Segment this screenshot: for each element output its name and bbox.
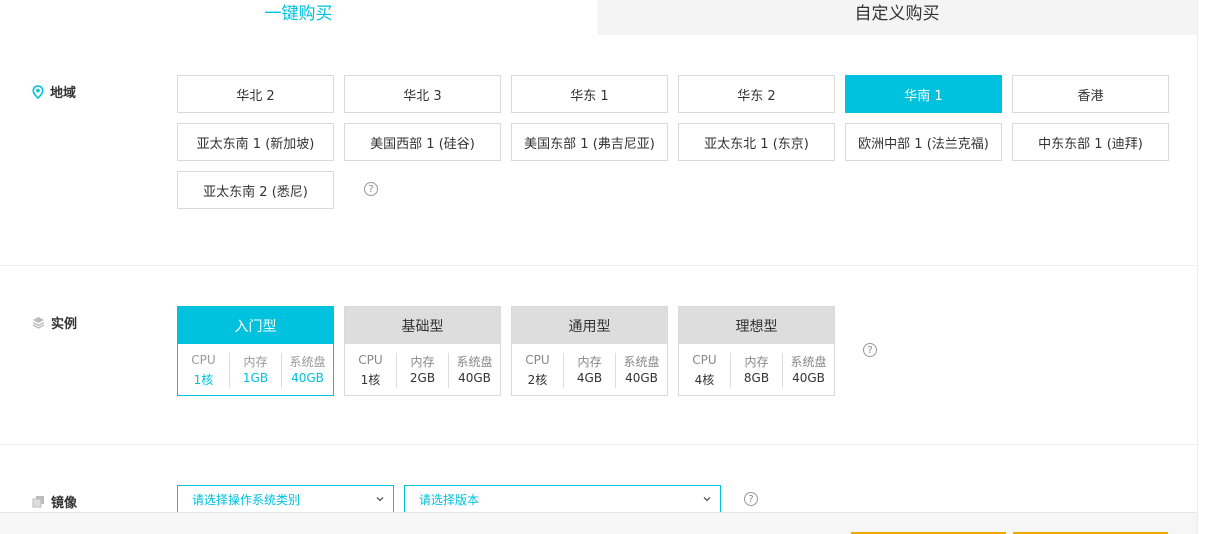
- spec-value: 1核: [360, 373, 381, 387]
- region-option[interactable]: 亚太东南 1 (新加坡): [177, 123, 334, 161]
- region-help-icon[interactable]: ?: [364, 182, 378, 196]
- region-option[interactable]: 亚太东北 1 (东京): [678, 123, 835, 161]
- spec-value: 40GB: [291, 371, 324, 385]
- spec-label: 系统盘: [790, 355, 827, 369]
- spec-memory: 内存 2GB: [396, 353, 448, 388]
- spec-memory: 内存 1GB: [229, 353, 281, 388]
- region-option-label: 华南 1: [904, 88, 943, 104]
- region-option[interactable]: 欧洲中部 1 (法兰克福): [845, 123, 1002, 161]
- spec-value: 2核: [527, 373, 548, 387]
- os-type-select[interactable]: 请选择操作系统类别: [177, 485, 394, 513]
- layers-icon: [32, 317, 45, 329]
- spec-label: 系统盘: [623, 355, 660, 369]
- region-option[interactable]: 香港: [1012, 75, 1169, 113]
- spec-cpu: CPU 2核: [512, 353, 563, 388]
- spec-cpu: CPU 4核: [679, 353, 730, 388]
- purchase-tabs: 一键购买 自定义购买: [0, 0, 1197, 35]
- region-option[interactable]: 美国西部 1 (硅谷): [344, 123, 501, 161]
- region-option-label: 亚太东南 1 (新加坡): [196, 136, 315, 152]
- location-pin-icon: [32, 84, 44, 99]
- bottom-action-bar: [0, 512, 1197, 534]
- instance-specs: CPU 1核 内存 2GB 系统盘 40GB: [345, 344, 500, 388]
- spec-value: 1核: [193, 373, 214, 387]
- region-option-label: 亚太东南 2 (悉尼): [203, 184, 308, 200]
- instance-specs: CPU 1核 内存 1GB 系统盘 40GB: [178, 344, 333, 388]
- image-stack-icon: [32, 496, 44, 508]
- region-section-label: 地域: [32, 82, 76, 101]
- instance-type-name: 理想型: [679, 307, 834, 344]
- os-version-select[interactable]: 请选择版本: [404, 485, 721, 513]
- spec-value: 4核: [694, 373, 715, 387]
- region-option-label: 华北 2: [236, 88, 275, 104]
- spec-label: 内存: [410, 355, 435, 369]
- instance-type-name: 基础型: [345, 307, 500, 344]
- image-section-label: 镜像: [32, 492, 77, 511]
- instance-type-card[interactable]: 理想型 CPU 4核 内存 8GB 系统盘 40GB: [678, 306, 835, 396]
- instance-help-icon[interactable]: ?: [863, 343, 877, 357]
- spec-label: 内存: [744, 355, 769, 369]
- spec-memory: 内存 4GB: [563, 353, 615, 388]
- region-option[interactable]: 华北 2: [177, 75, 334, 113]
- spec-label: 内存: [243, 355, 268, 369]
- instance-type-name: 通用型: [512, 307, 667, 344]
- spec-label: CPU: [191, 353, 216, 367]
- instance-section-label: 实例: [32, 313, 77, 332]
- tab-custom-buy[interactable]: 自定义购买: [597, 0, 1197, 35]
- spec-value: 8GB: [743, 371, 770, 385]
- instance-specs: CPU 2核 内存 4GB 系统盘 40GB: [512, 344, 667, 388]
- chevron-down-icon: [703, 497, 711, 502]
- instance-type-card[interactable]: 基础型 CPU 1核 内存 2GB 系统盘 40GB: [344, 306, 501, 396]
- spec-disk: 系统盘 40GB: [448, 353, 500, 388]
- image-help-icon[interactable]: ?: [744, 492, 758, 506]
- region-option-label: 华北 3: [403, 88, 442, 104]
- instance-type-card[interactable]: 入门型 CPU 1核 内存 1GB 系统盘 40GB: [177, 306, 334, 396]
- region-option[interactable]: 华北 3: [344, 75, 501, 113]
- spec-label: CPU: [358, 353, 383, 367]
- region-option[interactable]: 华南 1: [845, 75, 1002, 113]
- instance-type-name: 入门型: [178, 307, 333, 344]
- tab-quick-buy[interactable]: 一键购买: [0, 0, 597, 35]
- spec-cpu: CPU 1核: [345, 353, 396, 388]
- spec-value: 1GB: [242, 371, 269, 385]
- spec-label: CPU: [692, 353, 717, 367]
- region-option-label: 美国东部 1 (弗吉尼亚): [524, 136, 655, 152]
- region-option-label: 亚太东北 1 (东京): [704, 136, 809, 152]
- region-option[interactable]: 中东东部 1 (迪拜): [1012, 123, 1169, 161]
- region-option[interactable]: 美国东部 1 (弗吉尼亚): [511, 123, 668, 161]
- spec-label: 系统盘: [289, 355, 326, 369]
- region-option[interactable]: 华东 1: [511, 75, 668, 113]
- region-option[interactable]: 亚太东南 2 (悉尼): [177, 171, 334, 209]
- spec-value: 2GB: [409, 371, 436, 385]
- scroll-gutter: [1197, 0, 1212, 534]
- region-option-label: 华东 1: [570, 88, 609, 104]
- region-option-label: 香港: [1077, 88, 1104, 104]
- region-option-label: 美国西部 1 (硅谷): [370, 136, 475, 152]
- spec-value: 4GB: [576, 371, 603, 385]
- spec-value: 40GB: [458, 371, 491, 385]
- chevron-down-icon: [376, 497, 384, 502]
- instance-type-card[interactable]: 通用型 CPU 2核 内存 4GB 系统盘 40GB: [511, 306, 668, 396]
- divider: [0, 444, 1197, 445]
- region-option-label: 欧洲中部 1 (法兰克福): [858, 136, 989, 152]
- spec-disk: 系统盘 40GB: [281, 353, 333, 388]
- spec-label: 内存: [577, 355, 602, 369]
- spec-value: 40GB: [625, 371, 658, 385]
- spec-cpu: CPU 1核: [178, 353, 229, 388]
- spec-memory: 内存 8GB: [730, 353, 782, 388]
- spec-label: CPU: [525, 353, 550, 367]
- divider: [0, 265, 1197, 266]
- spec-value: 40GB: [792, 371, 825, 385]
- region-option[interactable]: 华东 2: [678, 75, 835, 113]
- region-option-label: 中东东部 1 (迪拜): [1038, 136, 1143, 152]
- spec-disk: 系统盘 40GB: [615, 353, 667, 388]
- spec-label: 系统盘: [456, 355, 493, 369]
- instance-specs: CPU 4核 内存 8GB 系统盘 40GB: [679, 344, 834, 388]
- spec-disk: 系统盘 40GB: [782, 353, 834, 388]
- region-option-label: 华东 2: [737, 88, 776, 104]
